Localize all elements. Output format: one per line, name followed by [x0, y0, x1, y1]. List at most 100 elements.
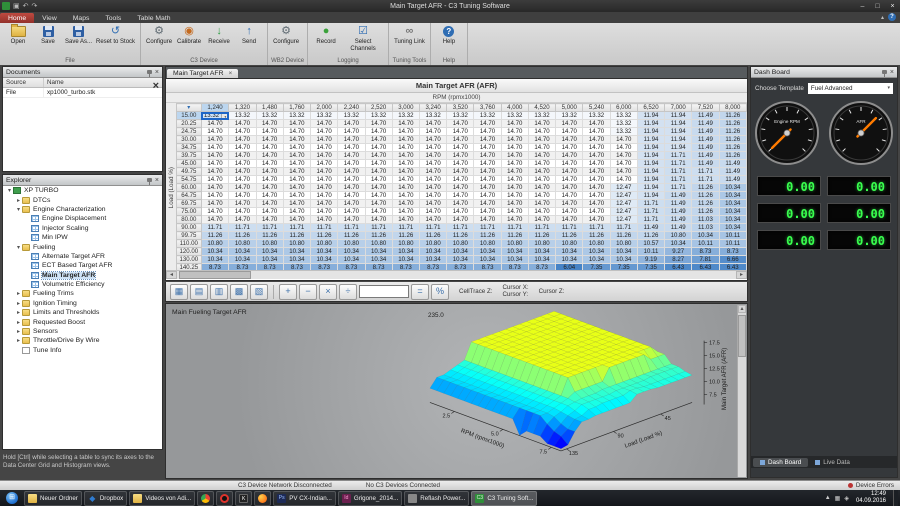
interpolate-column-button[interactable]: ▩: [230, 284, 248, 300]
taskbar-reflash-power-button[interactable]: Reflash Power...: [404, 491, 469, 506]
afr-cell[interactable]: 14.70: [447, 192, 474, 200]
afr-cell[interactable]: 14.70: [392, 128, 419, 136]
afr-cell[interactable]: 11.49: [692, 128, 719, 136]
afr-cell[interactable]: 10.34: [719, 216, 746, 224]
afr-cell[interactable]: 14.70: [474, 200, 501, 208]
tree-item-dtcs[interactable]: ▸DTCs: [3, 195, 162, 204]
ribbon-help-button[interactable]: ?Help: [434, 24, 464, 47]
close-button[interactable]: ×: [885, 3, 900, 10]
quick-save-icon[interactable]: ▣: [13, 2, 20, 10]
afr-cell[interactable]: 14.70: [501, 200, 528, 208]
afr-cell[interactable]: 11.71: [637, 216, 664, 224]
collapse-icon[interactable]: ▾: [6, 187, 13, 194]
afr-cell[interactable]: 14.70: [365, 192, 392, 200]
afr-cell[interactable]: 11.49: [719, 176, 746, 184]
tray-volume-icon[interactable]: ◈: [844, 495, 849, 502]
afr-cell[interactable]: 14.70: [392, 160, 419, 168]
afr-cell[interactable]: 10.34: [556, 248, 583, 256]
afr-cell[interactable]: 14.70: [419, 192, 446, 200]
afr-cell[interactable]: 11.71: [419, 224, 446, 232]
row-header-54.75[interactable]: 54.75: [177, 176, 202, 184]
afr-cell[interactable]: 14.70: [419, 216, 446, 224]
afr-cell[interactable]: 11.94: [665, 120, 692, 128]
afr-cell[interactable]: 11.94: [637, 160, 664, 168]
spinner-arrows-icon[interactable]: ▲▼: [221, 112, 228, 119]
afr-cell[interactable]: 14.70: [283, 176, 310, 184]
afr-cell[interactable]: 13.32: [365, 112, 392, 120]
afr-cell[interactable]: 12.47: [610, 200, 637, 208]
afr-cell[interactable]: 14.70: [610, 144, 637, 152]
column-header-2000[interactable]: 2,000: [311, 104, 338, 112]
taskbar-pv-cx-indian-button[interactable]: PsPV CX-Indian...: [273, 491, 336, 506]
taskbar-c3-tuning-soft-button[interactable]: C3C3 Tuning Soft...: [471, 491, 537, 506]
afr-cell[interactable]: 10.34: [583, 248, 610, 256]
afr-cell[interactable]: 13.32: [583, 112, 610, 120]
afr-cell[interactable]: 14.70: [365, 128, 392, 136]
tray-network-icon[interactable]: ▦: [835, 495, 841, 502]
afr-cell[interactable]: 14.70: [556, 120, 583, 128]
afr-cell[interactable]: 14.70: [474, 144, 501, 152]
afr-cell[interactable]: 14.70: [583, 120, 610, 128]
afr-cell[interactable]: 14.70: [365, 152, 392, 160]
afr-cell[interactable]: 11.26: [283, 232, 310, 240]
tree-item-min-ipw[interactable]: Min IPW: [3, 233, 162, 242]
afr-cell[interactable]: 6.66: [719, 256, 746, 264]
afr-cell[interactable]: 14.70: [583, 192, 610, 200]
afr-cell[interactable]: 14.70: [556, 216, 583, 224]
afr-cell[interactable]: 11.94: [637, 120, 664, 128]
close-panel-icon[interactable]: ×: [155, 177, 159, 184]
afr-cell[interactable]: 7.81: [692, 256, 719, 264]
scroll-right-icon[interactable]: ▸: [736, 271, 747, 279]
afr-cell[interactable]: 11.94: [665, 136, 692, 144]
afr-cell[interactable]: 14.70: [419, 120, 446, 128]
row-header-80.00[interactable]: 80.00: [177, 216, 202, 224]
afr-cell[interactable]: 14.70: [447, 152, 474, 160]
afr-cell[interactable]: 14.70: [229, 144, 256, 152]
close-tab-icon[interactable]: ×: [229, 70, 233, 77]
afr-cell[interactable]: 14.70: [229, 168, 256, 176]
afr-cell[interactable]: 14.70: [229, 216, 256, 224]
afr-cell[interactable]: 14.70: [610, 136, 637, 144]
afr-cell[interactable]: 10.34: [719, 224, 746, 232]
afr-cell[interactable]: 14.70: [365, 216, 392, 224]
afr-cell[interactable]: 14.70: [283, 128, 310, 136]
afr-cell[interactable]: 11.26: [719, 136, 746, 144]
column-header-2520[interactable]: 2,520: [365, 104, 392, 112]
afr-cell[interactable]: 14.70: [311, 152, 338, 160]
afr-cell[interactable]: 11.71: [665, 184, 692, 192]
afr-cell[interactable]: 14.70: [201, 168, 229, 176]
afr-cell[interactable]: 12.47: [610, 192, 637, 200]
close-panel-icon[interactable]: ×: [155, 69, 159, 76]
afr-cell[interactable]: 14.70: [256, 152, 283, 160]
afr-cell[interactable]: 14.70: [528, 184, 555, 192]
afr-cell[interactable]: 10.34: [665, 240, 692, 248]
afr-cell[interactable]: 8.73: [719, 248, 746, 256]
interpolate-table-button[interactable]: ▤: [190, 284, 208, 300]
afr-cell[interactable]: 14.70: [392, 200, 419, 208]
afr-cell[interactable]: 10.80: [365, 240, 392, 248]
ribbon-tab-home[interactable]: Home: [0, 13, 34, 23]
afr-cell[interactable]: 14.70: [256, 216, 283, 224]
afr-cell[interactable]: 14.70: [501, 192, 528, 200]
row-header-30.00[interactable]: 30.00: [177, 136, 202, 144]
afr-cell[interactable]: 14.70: [338, 184, 365, 192]
afr-cell[interactable]: 14.70: [283, 184, 310, 192]
gauge-afr[interactable]: AFR: [828, 100, 894, 166]
afr-cell[interactable]: 10.34: [338, 256, 365, 264]
redo-icon[interactable]: ↷: [32, 2, 38, 10]
afr-cell[interactable]: 14.70: [501, 120, 528, 128]
afr-cell[interactable]: 11.94: [637, 136, 664, 144]
ribbon-open-button[interactable]: Open: [3, 24, 33, 47]
afr-cell[interactable]: 14.70: [256, 120, 283, 128]
afr-cell[interactable]: 8.27: [665, 256, 692, 264]
afr-cell[interactable]: 11.26: [311, 232, 338, 240]
afr-cell[interactable]: 11.71: [447, 224, 474, 232]
afr-cell[interactable]: 11.71: [501, 224, 528, 232]
undo-icon[interactable]: ↶: [23, 2, 29, 10]
afr-cell[interactable]: 11.71: [665, 160, 692, 168]
afr-cell[interactable]: 10.34: [392, 256, 419, 264]
value-input[interactable]: [359, 285, 409, 298]
afr-cell[interactable]: 11.26: [501, 232, 528, 240]
afr-cell[interactable]: 14.70: [283, 208, 310, 216]
afr-cell[interactable]: 14.70: [447, 208, 474, 216]
